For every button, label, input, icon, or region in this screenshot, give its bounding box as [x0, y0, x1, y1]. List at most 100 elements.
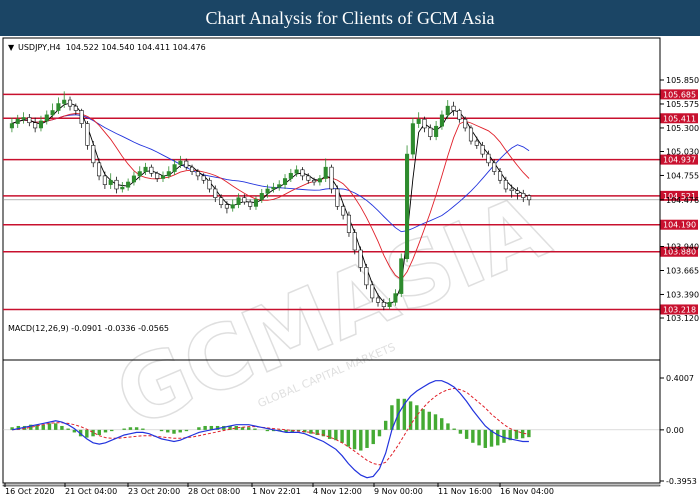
candle-body	[497, 171, 503, 181]
candle-body	[294, 169, 299, 174]
macd-chart-title: MACD(12,26,9) -0.0901 -0.0336 -0.0565	[8, 324, 169, 333]
candle-body	[102, 175, 107, 185]
x-tick-label: 11 Nov 16:00	[438, 487, 492, 496]
price-tick-label: 105.850	[666, 76, 699, 85]
candle-body	[405, 153, 410, 260]
macd-tick-label: 0.4007	[666, 374, 694, 383]
candle-body	[521, 193, 526, 198]
candle-body	[21, 117, 26, 120]
candle-body	[288, 172, 293, 179]
level-price-label: 104.937	[663, 156, 696, 165]
candle-body	[137, 171, 142, 177]
candle-body	[457, 110, 462, 120]
candle-body	[207, 179, 212, 190]
candle-body	[492, 162, 497, 172]
candle-body	[381, 302, 386, 307]
candle-body	[73, 105, 78, 111]
candle-body	[399, 258, 404, 294]
candle-body	[271, 186, 276, 190]
candle-body	[352, 232, 357, 251]
price-tick-label: 105.030	[666, 147, 699, 156]
candle-body	[190, 166, 195, 172]
candle-body	[439, 114, 444, 127]
candle-body	[503, 179, 508, 190]
candle-body	[422, 118, 427, 129]
candle-body	[323, 166, 328, 179]
candle-body	[15, 118, 20, 124]
candle-body	[312, 179, 317, 183]
price-tick-label: 104.476	[666, 196, 699, 205]
candle-body	[131, 175, 136, 183]
candle-body	[172, 164, 177, 172]
candle-body	[160, 175, 166, 179]
price-tick-label: 105.300	[666, 124, 699, 133]
candle-body	[434, 125, 439, 137]
candle-body	[224, 204, 229, 209]
candle-body	[358, 249, 363, 268]
chart-area[interactable]: GCMASIA GLOBAL CAPITAL MARKETS ▼ USDJPY,…	[0, 36, 700, 500]
x-tick-label: 9 Nov 00:00	[374, 487, 423, 496]
level-price-label: 104.190	[663, 221, 696, 230]
price-tick-label: 104.755	[666, 171, 699, 180]
candle-body	[474, 140, 479, 146]
chart-title-triangle: ▼	[8, 43, 15, 52]
candle-body	[410, 123, 415, 155]
candle-body	[463, 118, 468, 129]
candle-body	[370, 284, 375, 299]
price-tick-label: 103.120	[666, 314, 699, 323]
candle-body	[242, 197, 247, 203]
candle-body	[282, 178, 288, 185]
candle-body	[259, 193, 264, 200]
candle-body	[480, 145, 485, 155]
candle-body	[230, 204, 235, 209]
price-tick-label: 103.940	[666, 243, 699, 252]
candle-body	[364, 267, 369, 286]
candle-body	[428, 127, 433, 137]
candle-body	[56, 103, 61, 111]
x-tick-label: 16 Oct 2020	[5, 487, 54, 496]
candle-body	[306, 175, 311, 181]
candle-body	[62, 99, 67, 104]
macd-tick-label: 0.00	[666, 426, 684, 435]
candle-body	[375, 297, 381, 303]
candle-body	[195, 171, 200, 177]
x-tick-label: 16 Nov 04:00	[500, 487, 554, 496]
candle-body	[329, 166, 334, 190]
candle-body	[509, 188, 514, 192]
candle-body	[265, 188, 270, 194]
candle-body	[387, 302, 392, 307]
watermark: GCMASIA GLOBAL CAPITAL MARKETS	[101, 174, 563, 449]
candle-body	[527, 195, 532, 201]
candle-body	[155, 172, 160, 179]
candle-body	[346, 214, 351, 233]
candle-body	[253, 199, 259, 207]
price-tick-label: 105.575	[666, 100, 699, 109]
x-tick-label: 1 Nov 22:01	[252, 487, 301, 496]
candle-body	[67, 99, 73, 107]
candle-body	[85, 123, 90, 146]
candle-body	[9, 123, 14, 129]
macd-tick-label: -0.3953	[666, 477, 697, 486]
candle-body	[341, 206, 346, 216]
candle-body	[184, 160, 189, 168]
candle-body	[445, 105, 450, 116]
candle-body	[33, 122, 38, 129]
candle-body	[277, 184, 282, 188]
candle-body	[108, 179, 113, 185]
candle-body	[79, 110, 84, 124]
candle-body	[416, 118, 421, 124]
candle-body	[178, 160, 183, 165]
candle-body	[248, 201, 253, 207]
level-price-label: 105.411	[663, 114, 696, 123]
candle-body	[91, 145, 96, 164]
watermark-text: GCMASIA	[102, 174, 563, 447]
candle-body	[213, 188, 218, 198]
candle-body	[126, 181, 131, 188]
candle-body	[166, 171, 171, 177]
candle-body	[236, 197, 241, 205]
candle-body	[114, 179, 119, 190]
candle-body	[38, 120, 44, 129]
macd-panel-frame	[2, 484, 661, 487]
page-title: Chart Analysis for Clients of GCM Asia	[0, 0, 700, 36]
x-tick-label: 23 Oct 20:00	[128, 487, 180, 496]
